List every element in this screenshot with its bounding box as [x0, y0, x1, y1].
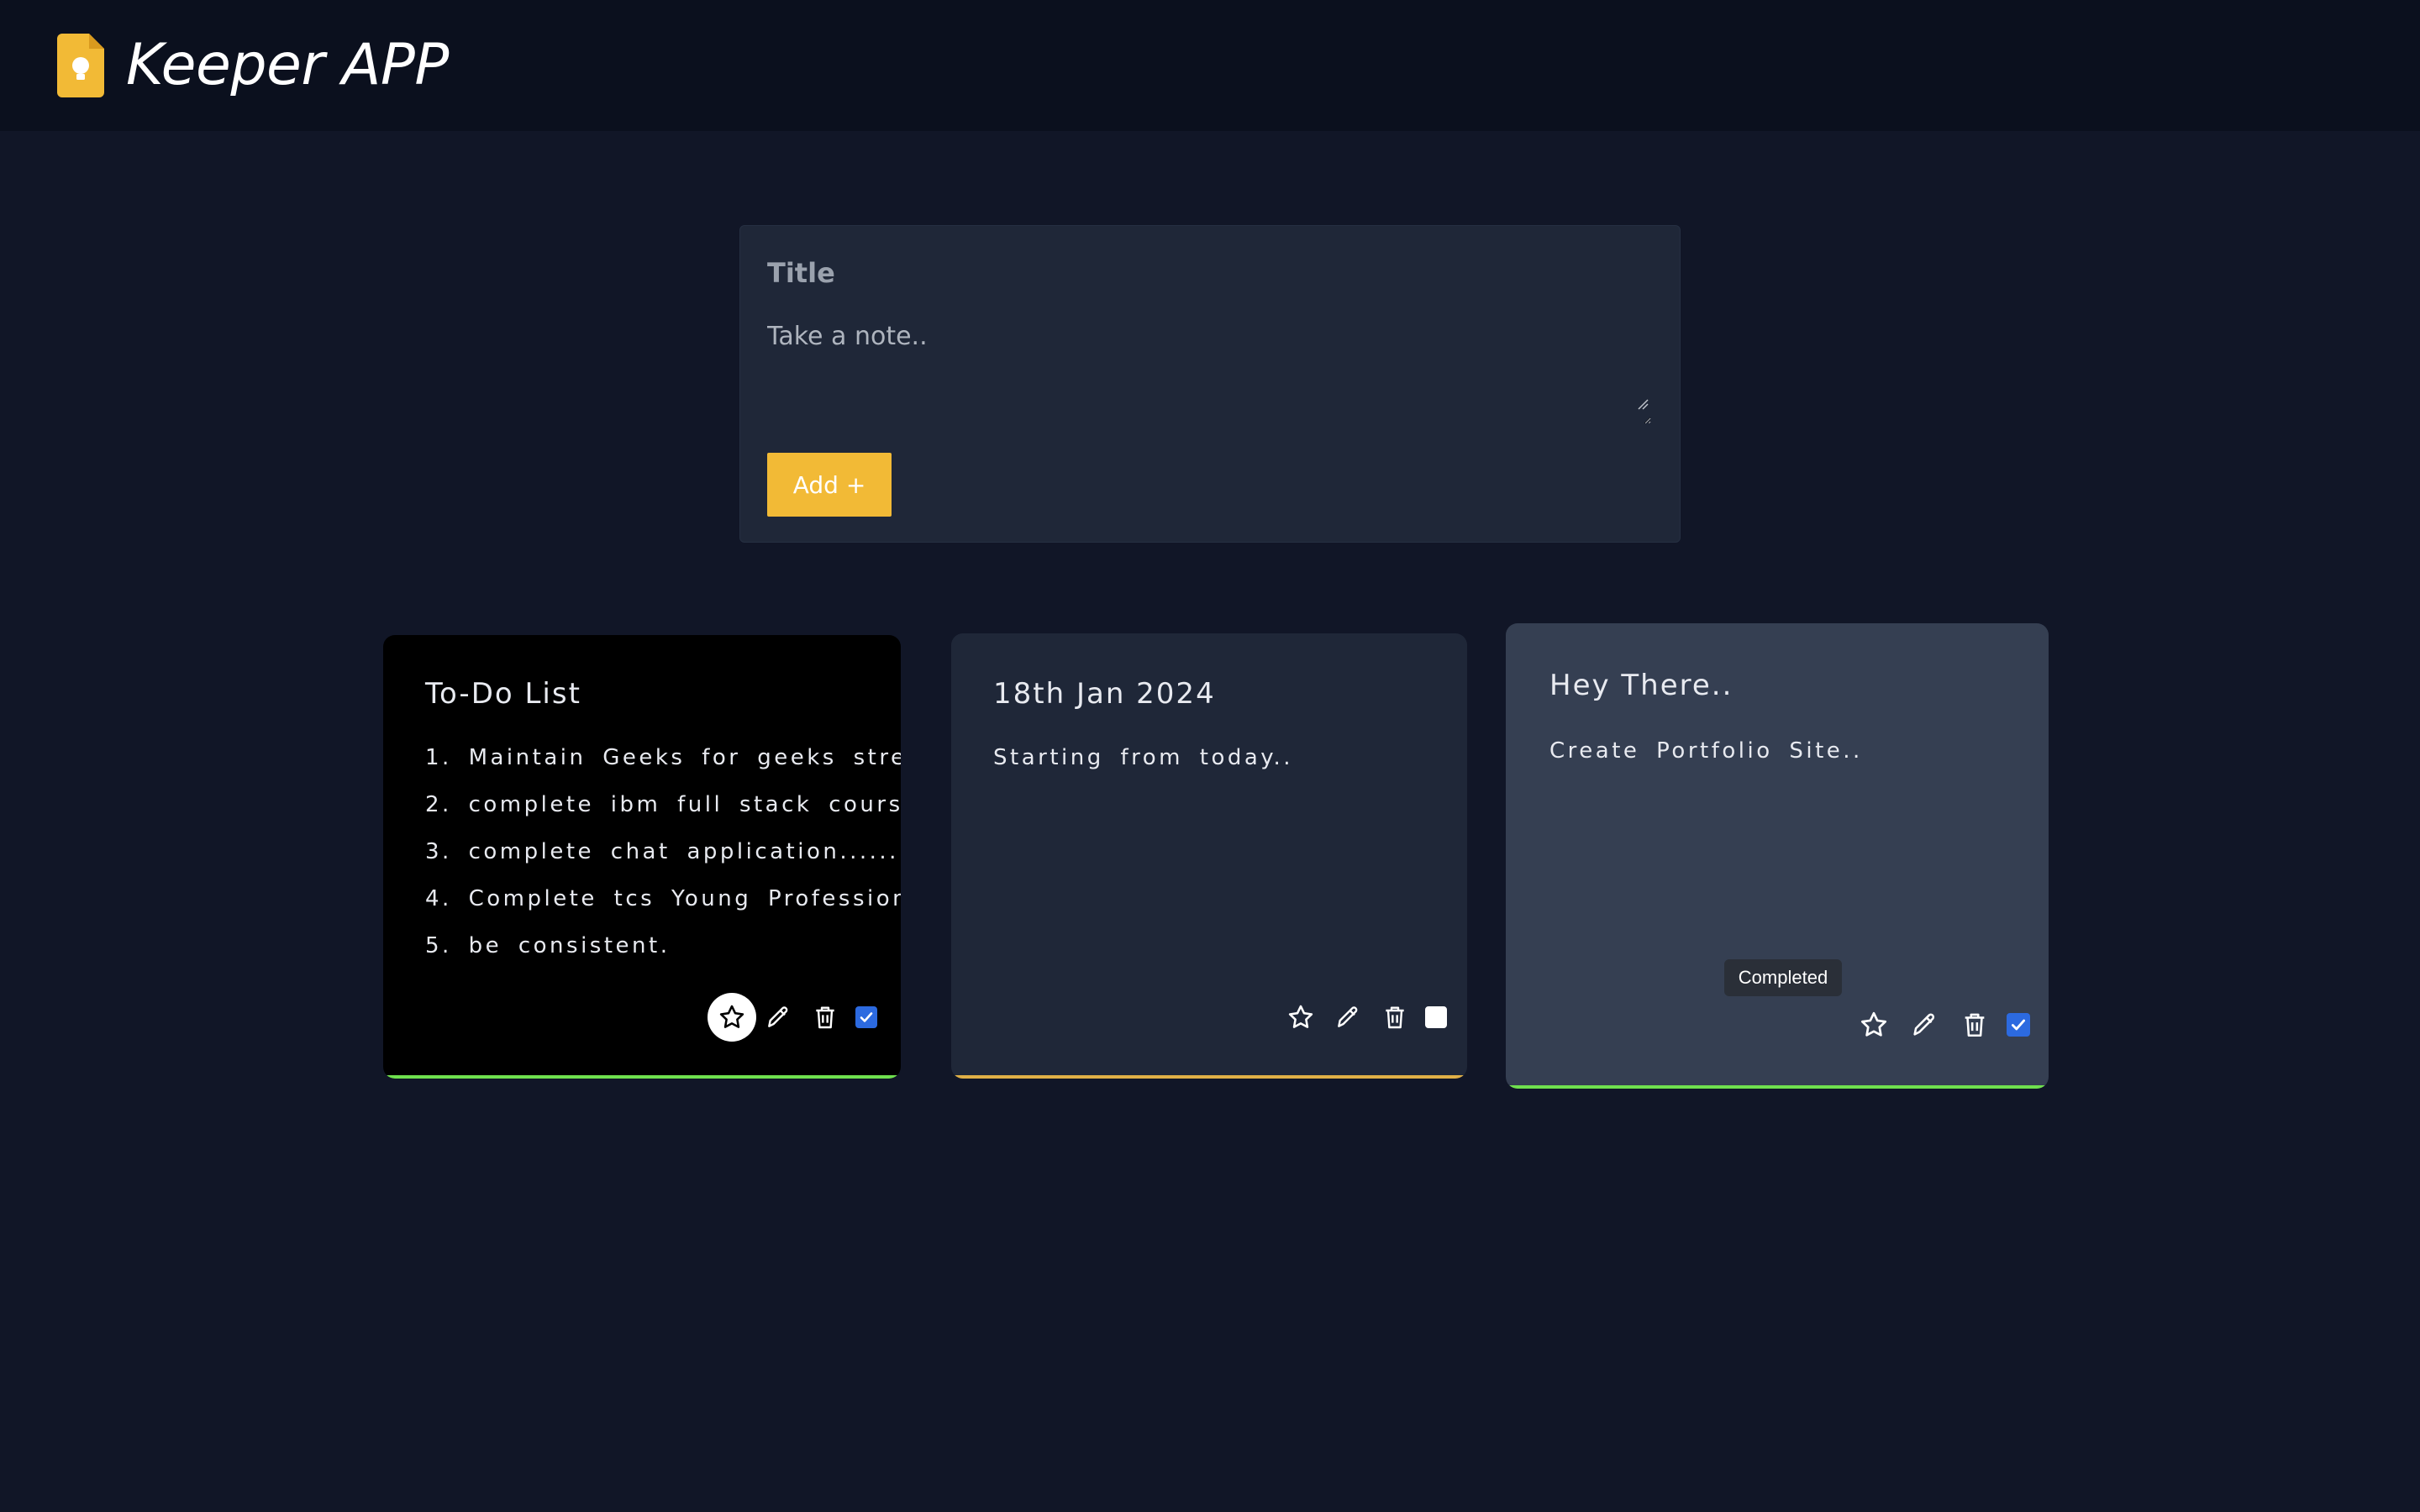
note-status-bar: [383, 1075, 901, 1079]
pencil-icon: [1913, 1013, 1935, 1036]
note-title: To-Do List: [425, 677, 581, 711]
note-card: To-Do List 1. Maintain Geeks for geeks s…: [383, 635, 901, 1079]
trash-icon: [1965, 1013, 1985, 1037]
note-body: Create Portfolio Site..: [1549, 734, 1863, 781]
note-line: 1. Maintain Geeks for geeks streak..: [425, 745, 901, 770]
trash-icon: [1386, 1006, 1404, 1029]
pencil-icon: [1338, 1006, 1358, 1027]
app-title: Keeper APP: [126, 32, 449, 98]
star-icon: [719, 1005, 744, 1028]
note-card: 18th Jan 2024 Starting from today..: [951, 633, 1467, 1079]
note-card: Hey There.. Create Portfolio Site..: [1506, 623, 2049, 1089]
title-input[interactable]: [767, 248, 1641, 298]
star-button[interactable]: [1284, 1000, 1318, 1034]
star-icon: [1861, 1011, 1886, 1037]
note-title: Hey There..: [1549, 669, 1733, 702]
note-body: Starting from today..: [993, 741, 1293, 788]
complete-checkbox[interactable]: [2007, 1013, 2030, 1037]
note-title: 18th Jan 2024: [993, 677, 1216, 711]
trash-icon: [816, 1006, 834, 1029]
add-note-button[interactable]: Add +: [767, 453, 892, 517]
note-line: 5. be consistent.: [425, 933, 671, 958]
star-icon: [1288, 1005, 1313, 1028]
note-line: 3. complete chat application..........: [425, 839, 901, 864]
note-actions: [708, 993, 877, 1042]
delete-button[interactable]: [1378, 1000, 1412, 1034]
note-status-bar: [1506, 1085, 2049, 1089]
note-status-bar: [951, 1075, 1467, 1079]
note-textarea[interactable]: [767, 320, 1651, 424]
edit-button[interactable]: [1907, 1008, 1941, 1042]
edit-button[interactable]: [1331, 1000, 1365, 1034]
note-line: 2. complete ibm full stack course.: [425, 792, 901, 817]
star-button[interactable]: [1857, 1008, 1891, 1042]
complete-checkbox[interactable]: [855, 1006, 877, 1028]
textarea-resize-grip-icon[interactable]: [1637, 398, 1649, 410]
star-button[interactable]: [708, 993, 756, 1042]
pencil-icon: [768, 1006, 788, 1027]
keep-logo-icon: [57, 34, 104, 97]
note-body: 1. Maintain Geeks for geeks streak.. 2. …: [425, 741, 901, 976]
delete-button[interactable]: [1958, 1008, 1991, 1042]
app-header: Keeper APP: [0, 0, 2420, 131]
delete-button[interactable]: [808, 1000, 842, 1034]
note-actions: [1857, 1008, 2030, 1042]
note-line: Create Portfolio Site..: [1549, 738, 1863, 764]
checkmark-icon: [2011, 1019, 2026, 1031]
completed-tooltip: Completed: [1724, 959, 1842, 996]
complete-checkbox[interactable]: [1425, 1006, 1447, 1028]
note-line: 4. Complete tcs Young Professional: [425, 886, 901, 911]
edit-button[interactable]: [761, 1000, 795, 1034]
note-line: Starting from today..: [993, 745, 1294, 770]
note-actions: [1284, 1000, 1447, 1034]
checkmark-icon: [860, 1012, 873, 1022]
create-note-form: Add +: [739, 225, 1681, 543]
